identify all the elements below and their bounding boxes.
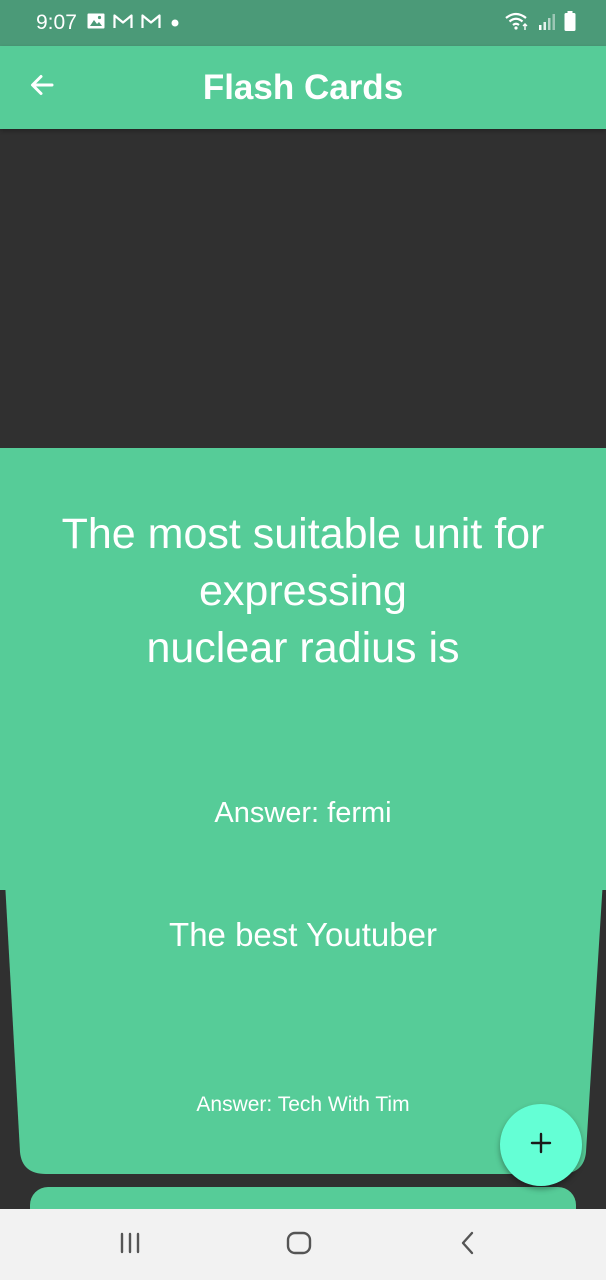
recent-apps-button[interactable]: [110, 1227, 150, 1263]
home-icon: [286, 1231, 312, 1259]
app-bar: Flash Cards: [0, 46, 606, 129]
add-card-button[interactable]: [500, 1104, 582, 1186]
battery-icon: [564, 11, 576, 35]
flash-card-1[interactable]: The most suitable unit for expressing nu…: [0, 448, 606, 890]
status-bar: 9:07: [0, 0, 606, 46]
gmail-icon: [113, 13, 133, 33]
card-answer: Answer: Tech With Tim: [196, 1093, 410, 1116]
status-icons-left: [87, 12, 181, 34]
nav-back-button[interactable]: [448, 1227, 488, 1263]
card-question: The best Youtuber: [169, 916, 437, 953]
status-time: 9:07: [36, 11, 77, 34]
wifi-icon: [504, 11, 530, 35]
signal-icon: [538, 12, 556, 34]
page-title: Flash Cards: [202, 68, 404, 107]
card-question: The most suitable unit for expressing nu…: [61, 510, 545, 672]
plus-icon: [529, 1131, 553, 1159]
nav-back-icon: [458, 1230, 478, 1260]
notification-dot-icon: [169, 14, 181, 33]
card-stack[interactable]: The best Youtuber Answer: Tech With Tim …: [0, 129, 606, 1209]
flash-card-3[interactable]: [30, 1187, 576, 1209]
system-nav-bar: [0, 1209, 606, 1280]
gmail-icon: [141, 13, 161, 33]
card-answer: Answer: fermi: [214, 797, 392, 829]
status-icons-right: [504, 11, 576, 35]
recent-apps-icon: [118, 1232, 142, 1258]
home-button[interactable]: [279, 1227, 319, 1263]
image-icon: [87, 13, 105, 33]
